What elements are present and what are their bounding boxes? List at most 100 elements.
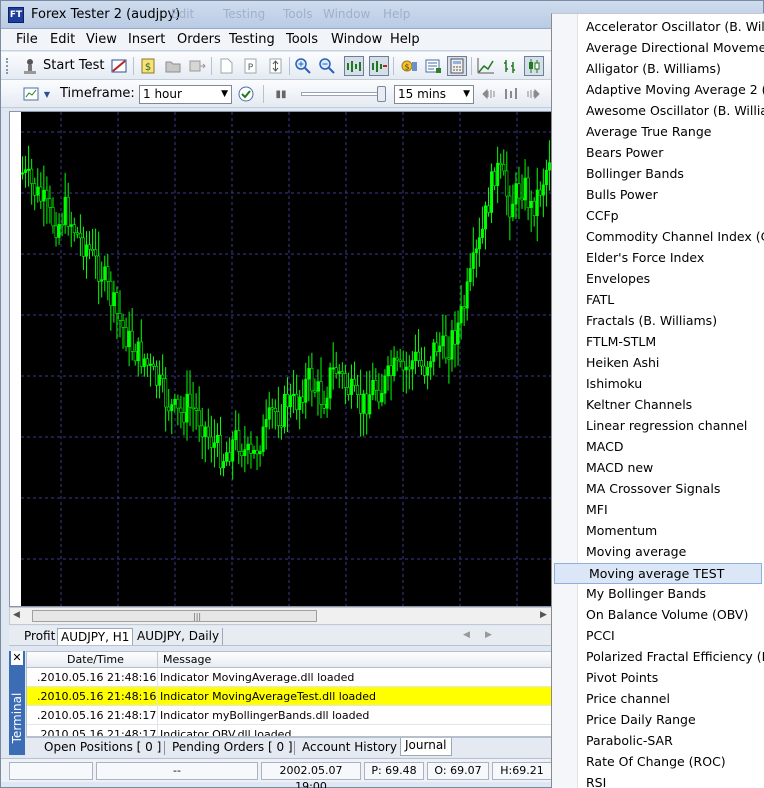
menu-help[interactable]: Help bbox=[390, 32, 420, 47]
menu-item-indicator[interactable]: Ishimoku bbox=[552, 374, 764, 395]
menu-item-indicator[interactable]: Linear regression channel bbox=[552, 416, 764, 437]
chart-stop-icon[interactable] bbox=[109, 56, 129, 76]
column-header-datetime[interactable]: Date/Time bbox=[67, 653, 124, 666]
menu-item-indicator[interactable]: On Balance Volume (OBV) bbox=[552, 605, 764, 626]
candle bbox=[109, 271, 113, 331]
menu-item-indicator[interactable]: Elder's Force Index bbox=[552, 248, 764, 269]
money-icon[interactable]: $ bbox=[138, 56, 158, 76]
new-chart-icon[interactable] bbox=[21, 84, 41, 104]
menu-item-indicator[interactable]: CCFp bbox=[552, 206, 764, 227]
start-test-icon[interactable] bbox=[19, 56, 41, 76]
menu-item-indicator[interactable]: Commodity Channel Index (CCI) bbox=[552, 227, 764, 248]
candlestick-chart-icon[interactable] bbox=[524, 56, 544, 76]
chart-horizontal-scrollbar[interactable]: ◀ ||| ▶ bbox=[9, 607, 553, 625]
menu-window[interactable]: Window bbox=[331, 32, 382, 47]
start-test-button[interactable]: Start Test bbox=[43, 58, 105, 73]
menu-file[interactable]: File bbox=[16, 32, 38, 47]
tab-audjpy-h1[interactable]: AUDJPY, H1 bbox=[57, 628, 134, 645]
table-row[interactable]: .2010.05.16 21:48:16 Indicator MovingAve… bbox=[27, 668, 552, 687]
menu-item-indicator[interactable]: Price channel bbox=[552, 689, 764, 710]
menu-item-indicator[interactable]: Rate Of Change (ROC) bbox=[552, 752, 764, 773]
menu-item-indicator[interactable]: Bulls Power bbox=[552, 185, 764, 206]
scroll-right-icon[interactable]: ▶ bbox=[540, 610, 547, 620]
menu-item-indicator[interactable]: Parabolic-SAR bbox=[552, 731, 764, 752]
properties-icon[interactable]: P bbox=[240, 56, 260, 76]
tab-audjpy-daily[interactable]: AUDJPY, Daily bbox=[134, 628, 224, 645]
tab-profit[interactable]: Profit bbox=[21, 628, 60, 645]
menu-item-indicator[interactable]: MFI bbox=[552, 500, 764, 521]
menu-item-indicator[interactable]: Awesome Oscillator (B. Williams) bbox=[552, 101, 764, 122]
menu-insert[interactable]: Insert bbox=[128, 32, 165, 47]
menu-item-indicator[interactable]: Envelopes bbox=[552, 269, 764, 290]
speed-slider-track[interactable] bbox=[301, 92, 385, 96]
calculator-icon[interactable] bbox=[447, 56, 467, 76]
price-chart[interactable] bbox=[21, 112, 554, 606]
tab-journal[interactable]: Journal bbox=[400, 738, 452, 756]
close-icon[interactable]: ✕ bbox=[11, 651, 23, 665]
menu-testing[interactable]: Testing bbox=[229, 32, 275, 47]
zoom-out-icon[interactable] bbox=[317, 56, 337, 76]
menu-tools[interactable]: Tools bbox=[286, 32, 318, 47]
speed-slider-handle[interactable] bbox=[377, 86, 386, 102]
table-row[interactable]: .2010.05.16 21:48:16 Indicator MovingAve… bbox=[27, 687, 552, 706]
new-document-icon[interactable] bbox=[216, 56, 236, 76]
menu-item-indicator[interactable]: RSI bbox=[552, 773, 764, 788]
menu-item-indicator[interactable]: Momentum bbox=[552, 521, 764, 542]
menu-item-indicator[interactable]: My Bollinger Bands bbox=[552, 584, 764, 605]
tabs-scroll-right-icon[interactable]: ▶ bbox=[485, 630, 492, 640]
scroll-left-icon[interactable]: ◀ bbox=[13, 610, 20, 620]
menu-item-indicator[interactable]: FTLM-STLM bbox=[552, 332, 764, 353]
menu-item-indicator[interactable]: Bollinger Bands bbox=[552, 164, 764, 185]
chevron-down-icon[interactable]: ▼ bbox=[41, 84, 53, 104]
bars-icon[interactable] bbox=[501, 84, 521, 104]
currency-settings-icon[interactable]: $ bbox=[399, 56, 419, 76]
menu-item-indicator[interactable]: Polarized Fractal Efficiency (PFE) bbox=[552, 647, 764, 668]
tabs-scroll-left-icon[interactable]: ◀ bbox=[463, 630, 470, 640]
menu-item-indicator[interactable]: Adaptive Moving Average 2 ( bbox=[552, 80, 764, 101]
menu-item-indicator[interactable]: MACD new bbox=[552, 458, 764, 479]
menu-item-indicator[interactable]: MA Crossover Signals bbox=[552, 479, 764, 500]
sort-order-icon[interactable] bbox=[265, 56, 285, 76]
auto-scroll-icon[interactable] bbox=[369, 56, 389, 76]
menu-item-indicator[interactable]: Average Directional Movement bbox=[552, 38, 764, 59]
pause-icon[interactable]: ▮▮ bbox=[271, 84, 291, 104]
menu-edit[interactable]: Edit bbox=[50, 32, 75, 47]
column-header-message[interactable]: Message bbox=[163, 653, 211, 666]
data-settings-icon[interactable] bbox=[423, 56, 443, 76]
menu-item-indicator[interactable]: Fractals (B. Williams) bbox=[552, 311, 764, 332]
step-forward-icon[interactable] bbox=[523, 84, 543, 104]
bar-chart-icon[interactable] bbox=[500, 56, 520, 76]
menu-orders[interactable]: Orders bbox=[177, 32, 221, 47]
timeframe-select[interactable]: 1 hour ▼ bbox=[139, 85, 232, 104]
menu-item-indicator[interactable]: Heiken Ashi bbox=[552, 353, 764, 374]
menu-item-indicator[interactable]: Accelerator Oscillator (B. Williams) bbox=[552, 17, 764, 38]
toolbar-grip[interactable] bbox=[6, 58, 10, 74]
menu-item-indicator[interactable]: Average True Range bbox=[552, 122, 764, 143]
tab-open-positions[interactable]: Open Positions [ 0 ] bbox=[40, 740, 165, 754]
menu-item-indicator[interactable]: Moving average bbox=[552, 542, 764, 563]
tab-account-history[interactable]: Account History bbox=[298, 740, 401, 754]
menu-item-indicator[interactable]: FATL bbox=[552, 290, 764, 311]
line-chart-icon[interactable] bbox=[476, 56, 496, 76]
export-icon[interactable] bbox=[187, 56, 207, 76]
zoom-in-icon[interactable] bbox=[293, 56, 313, 76]
chart-shift-icon[interactable] bbox=[344, 56, 364, 76]
check-settings-icon[interactable] bbox=[236, 84, 256, 104]
menu-item-indicator[interactable]: Alligator (B. Williams) bbox=[552, 59, 764, 80]
table-row[interactable]: .2010.05.16 21:48:17 Indicator myBolling… bbox=[27, 706, 552, 725]
menu-view[interactable]: View bbox=[86, 32, 117, 47]
tab-pending-orders[interactable]: Pending Orders [ 0 ] bbox=[168, 740, 297, 754]
scrollbar-thumb[interactable]: ||| bbox=[32, 610, 317, 622]
menu-item-indicator[interactable]: Bears Power bbox=[552, 143, 764, 164]
menu-item-indicator[interactable]: Pivot Points bbox=[552, 668, 764, 689]
menu-item-indicator[interactable]: Price Daily Range bbox=[552, 710, 764, 731]
column-divider[interactable] bbox=[157, 652, 158, 668]
table-row[interactable]: .2010.05.16 21:48:17 Indicator OBV.dll l… bbox=[27, 725, 552, 736]
menu-item-indicator[interactable]: Keltner Channels bbox=[552, 395, 764, 416]
speed-select[interactable]: 15 mins ▼ bbox=[394, 85, 474, 104]
menu-item-indicator[interactable]: PCCI bbox=[552, 626, 764, 647]
folder-open-icon[interactable] bbox=[163, 56, 183, 76]
step-back-icon[interactable] bbox=[479, 84, 499, 104]
menu-item-indicator[interactable]: MACD bbox=[552, 437, 764, 458]
menu-item-indicator[interactable]: Moving average TEST bbox=[554, 563, 762, 584]
